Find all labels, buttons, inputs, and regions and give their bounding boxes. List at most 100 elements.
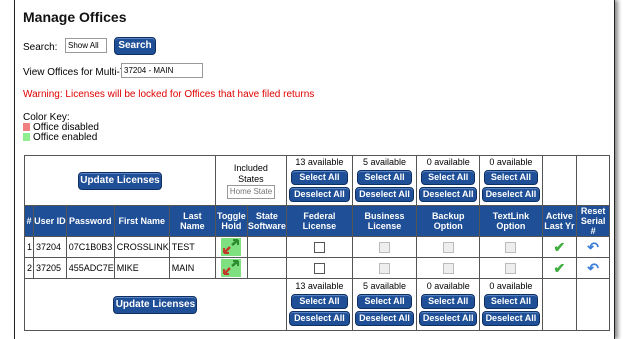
- federal-controls: 13 available Select All Deselect All: [285, 155, 353, 206]
- checkmark-icon: ✔: [553, 238, 566, 255]
- textlink-deselect-all-button-bottom[interactable]: Deselect All: [482, 311, 540, 326]
- federal-deselect-all-button[interactable]: Deselect All: [288, 187, 350, 202]
- row-password: 07C1B0B3: [65, 236, 115, 258]
- bottom-controls-row: Update Licenses 13 available Select All …: [24, 278, 610, 331]
- reset-serial-cell: ↶: [576, 257, 610, 279]
- col-first-name: First Name: [113, 205, 170, 237]
- multitier-label: View Offices for Multi-Tier: [23, 67, 137, 78]
- col-backup-option: Backup Option: [416, 205, 481, 237]
- business-license-checkbox[interactable]: [379, 262, 391, 274]
- update-cell-top: Update Licenses: [24, 155, 216, 206]
- backup-option-checkbox[interactable]: [442, 262, 454, 274]
- col-federal-license: Federal License: [285, 205, 353, 237]
- checkmark-icon: ✔: [553, 259, 566, 276]
- disabled-swatch: [23, 123, 30, 131]
- business-license-cell: [351, 257, 418, 279]
- backup-select-all-button-bottom[interactable]: Select All: [421, 294, 476, 309]
- update-licenses-button-bottom[interactable]: Update Licenses: [113, 295, 198, 314]
- col-active-last-yr: Active Last Yr: [541, 205, 578, 237]
- reset-arrow-icon[interactable]: ↶: [587, 260, 599, 276]
- active-empty-cell-bottom: [541, 278, 578, 331]
- federal-available: 13 available: [295, 157, 344, 167]
- federal-available-bottom: 13 available: [295, 281, 344, 291]
- search-input[interactable]: [65, 38, 107, 53]
- warning-message: Warning: Licenses will be locked for Off…: [23, 89, 315, 100]
- active-empty-cell: [541, 155, 578, 206]
- multitier-select[interactable]: [121, 63, 203, 78]
- backup-option-checkbox[interactable]: [442, 241, 454, 253]
- col-num: #: [24, 205, 34, 237]
- toggle-hold-icon[interactable]: [221, 238, 242, 256]
- toggle-hold-icon[interactable]: [221, 259, 242, 277]
- business-controls-bottom: 5 available Select All Deselect All: [351, 278, 418, 331]
- search-label: Search:: [23, 42, 58, 53]
- business-select-all-button[interactable]: Select All: [356, 170, 413, 185]
- backup-controls: 0 available Select All Deselect All: [416, 155, 481, 206]
- col-password: Password: [65, 205, 115, 237]
- reset-empty-cell-bottom: [576, 278, 610, 331]
- row-last-name: MAIN: [168, 257, 216, 279]
- federal-select-all-button-bottom[interactable]: Select All: [290, 294, 348, 309]
- table-row: 1 37204 07C1B0B3 CROSSLINK TEST ✔ ↶: [24, 236, 610, 258]
- federal-deselect-all-button-bottom[interactable]: Deselect All: [288, 311, 350, 326]
- business-controls: 5 available Select All Deselect All: [351, 155, 418, 206]
- active-last-yr-cell: ✔: [541, 257, 578, 279]
- federal-select-all-button[interactable]: Select All: [290, 170, 348, 185]
- business-license-checkbox[interactable]: [379, 241, 391, 253]
- home-state-input[interactable]: [226, 184, 275, 199]
- search-button[interactable]: Search: [114, 37, 156, 55]
- active-last-yr-cell: ✔: [541, 236, 578, 258]
- federal-license-checkbox[interactable]: [313, 262, 325, 274]
- backup-available-bottom: 0 available: [426, 281, 470, 291]
- business-deselect-all-button-bottom[interactable]: Deselect All: [354, 311, 415, 326]
- business-deselect-all-button[interactable]: Deselect All: [354, 187, 415, 202]
- textlink-available: 0 available: [489, 157, 533, 167]
- col-user-id: User ID: [32, 205, 67, 237]
- row-first-name: MIKE: [113, 257, 170, 279]
- state-software-cell: [246, 236, 287, 258]
- textlink-deselect-all-button[interactable]: Deselect All: [482, 187, 540, 202]
- backup-select-all-button[interactable]: Select All: [421, 170, 476, 185]
- backup-option-cell: [416, 257, 481, 279]
- color-key: Color Key: Office disabled Office enable…: [23, 113, 99, 143]
- update-licenses-button-top[interactable]: Update Licenses: [77, 171, 162, 190]
- row-first-name: CROSSLINK: [113, 236, 170, 258]
- offices-table: Update Licenses Included States 13 avail…: [24, 155, 610, 331]
- textlink-option-checkbox[interactable]: [505, 241, 517, 253]
- textlink-option-checkbox[interactable]: [505, 262, 517, 274]
- textlink-select-all-button[interactable]: Select All: [484, 170, 538, 185]
- toggle-hold-cell: [214, 257, 248, 279]
- federal-license-checkbox[interactable]: [313, 241, 325, 253]
- col-state-software: State Software: [246, 205, 287, 237]
- backup-available: 0 available: [426, 157, 470, 167]
- color-key-enabled: Office enabled: [23, 133, 99, 143]
- row-num: 2: [24, 257, 34, 279]
- textlink-option-cell: [479, 257, 543, 279]
- textlink-option-cell: [479, 236, 543, 258]
- state-software-cell: [246, 257, 287, 279]
- textlink-controls-bottom: 0 available Select All Deselect All: [479, 278, 543, 331]
- included-states-label: Included States: [233, 162, 268, 184]
- backup-deselect-all-button[interactable]: Deselect All: [419, 187, 478, 202]
- textlink-select-all-button-bottom[interactable]: Select All: [484, 294, 538, 309]
- textlink-available-bottom: 0 available: [489, 281, 533, 291]
- manage-offices-panel: Manage Offices Search: Search View Offic…: [14, 0, 615, 339]
- row-user-id: 37204: [32, 236, 67, 258]
- row-last-name: TEST: [168, 236, 216, 258]
- federal-license-cell: [285, 257, 353, 279]
- col-textlink-option: TextLink Option: [479, 205, 543, 237]
- row-password: 455ADC7E: [65, 257, 115, 279]
- backup-option-cell: [416, 236, 481, 258]
- reset-arrow-icon[interactable]: ↶: [587, 239, 599, 255]
- backup-deselect-all-button-bottom[interactable]: Deselect All: [419, 311, 478, 326]
- row-user-id: 37205: [32, 257, 67, 279]
- textlink-controls: 0 available Select All Deselect All: [479, 155, 543, 206]
- business-available: 5 available: [363, 157, 407, 167]
- business-select-all-button-bottom[interactable]: Select All: [356, 294, 413, 309]
- federal-license-cell: [285, 236, 353, 258]
- enabled-label: Office enabled: [33, 132, 98, 143]
- reset-serial-cell: ↶: [576, 236, 610, 258]
- reset-empty-cell: [576, 155, 610, 206]
- business-license-cell: [351, 236, 418, 258]
- update-cell-bottom: Update Licenses: [24, 278, 287, 331]
